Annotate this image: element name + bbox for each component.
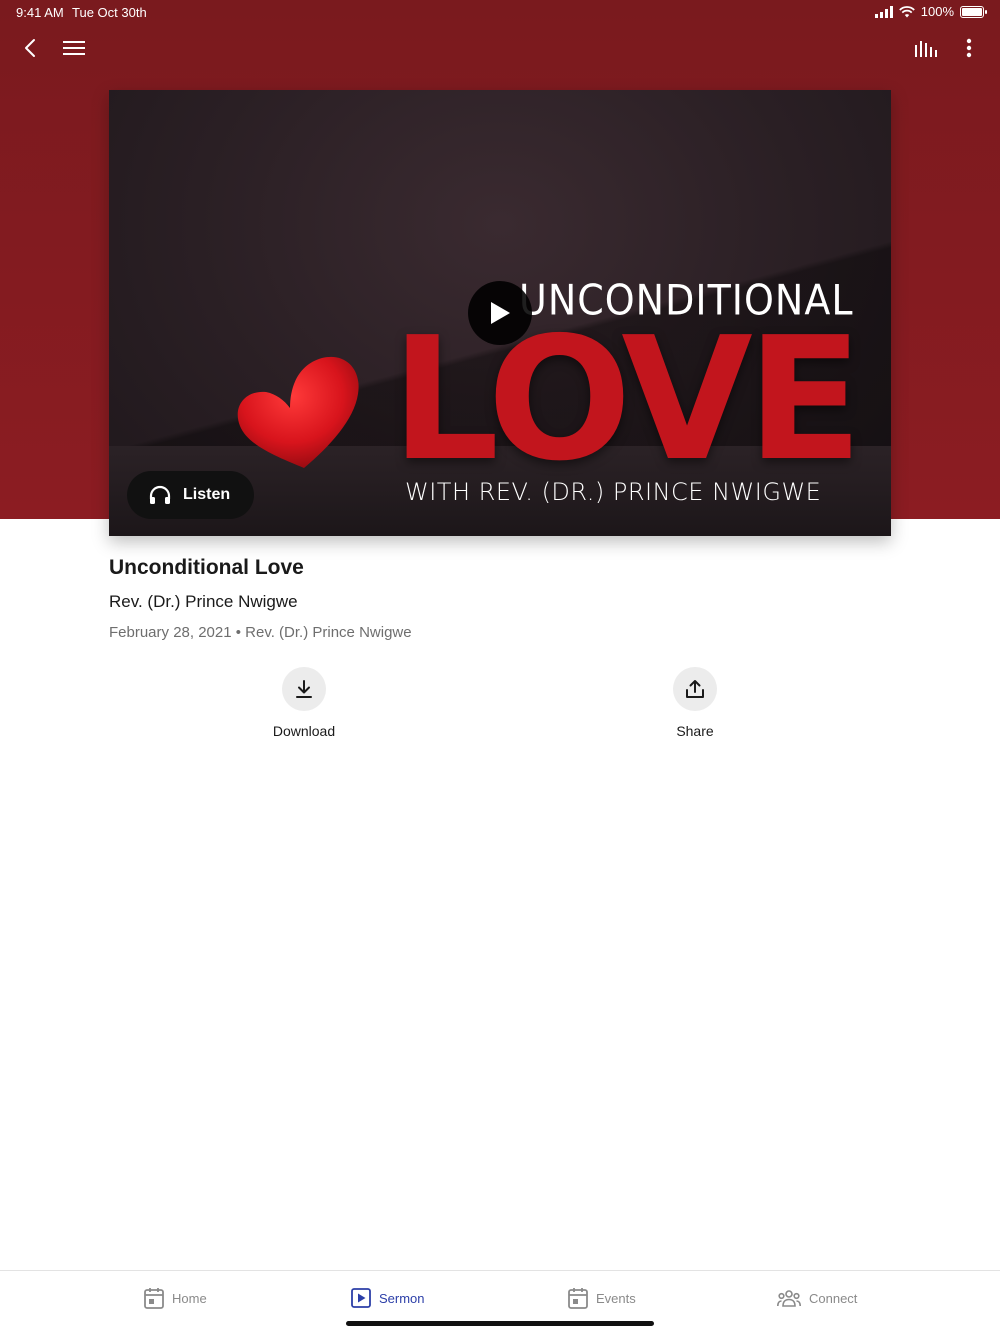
calendar-icon xyxy=(144,1288,164,1309)
tab-sermon-label: Sermon xyxy=(379,1290,425,1306)
back-button[interactable] xyxy=(10,28,50,68)
battery-icon xyxy=(960,5,987,18)
menu-icon xyxy=(63,41,85,55)
tab-connect-label: Connect xyxy=(809,1290,858,1306)
play-button[interactable] xyxy=(468,281,532,345)
listen-label: Listen xyxy=(183,486,231,503)
listen-button[interactable]: Listen xyxy=(127,471,254,519)
people-icon xyxy=(777,1290,801,1307)
sermon-artwork: UNCONDITIONAL LOVE WITH REV. (DR.) PRINC… xyxy=(109,90,891,536)
share-button[interactable]: Share xyxy=(635,667,755,739)
download-label: Download xyxy=(272,723,336,739)
artwork-love-text: LOVE xyxy=(391,301,863,499)
back-icon xyxy=(25,39,35,57)
play-icon xyxy=(491,302,510,324)
download-icon xyxy=(296,680,312,698)
artwork-subtitle-text: WITH REV. (DR.) PRINCE NWIGWE xyxy=(405,478,822,506)
battery-fill xyxy=(962,7,982,16)
tab-connect[interactable]: Connect xyxy=(777,1285,857,1311)
tab-events[interactable]: Events xyxy=(568,1285,636,1311)
share-circle[interactable] xyxy=(673,667,717,711)
cellular-signal-icon xyxy=(874,5,893,18)
calendar-icon xyxy=(568,1288,588,1309)
audio-bars-icon xyxy=(915,41,937,57)
sermon-speaker: Rev. (Dr.) Prince Nwigwe xyxy=(109,592,298,611)
share-icon xyxy=(686,680,704,698)
home-indicator xyxy=(346,1321,654,1326)
tab-home[interactable]: Home xyxy=(144,1285,207,1311)
status-indicators: 100% xyxy=(874,4,987,19)
battery-percent: 100% xyxy=(920,4,954,19)
download-button[interactable]: Download xyxy=(244,667,364,739)
status-time: 9:41 AM xyxy=(16,5,64,20)
menu-button[interactable] xyxy=(54,28,94,68)
play-square-icon xyxy=(351,1288,371,1308)
status-bar: 9:41 AM Tue Oct 30th 100% xyxy=(0,0,1000,24)
share-label: Share xyxy=(676,723,714,739)
status-date: Tue Oct 30th xyxy=(72,5,147,20)
sermon-title: Unconditional Love xyxy=(109,556,304,579)
more-vertical-icon xyxy=(966,38,972,58)
tab-sermon[interactable]: Sermon xyxy=(351,1285,425,1311)
tab-events-label: Events xyxy=(596,1290,636,1306)
more-options-button[interactable] xyxy=(949,28,989,68)
sermon-meta: February 28, 2021 • Rev. (Dr.) Prince Nw… xyxy=(109,624,412,641)
wifi-icon xyxy=(898,5,915,17)
tab-home-label: Home xyxy=(172,1290,207,1306)
download-circle[interactable] xyxy=(282,667,326,711)
audio-button[interactable] xyxy=(906,28,946,68)
headphones-icon xyxy=(149,485,171,504)
nav-bar xyxy=(0,28,1000,68)
knitted-heart-icon xyxy=(237,356,359,468)
